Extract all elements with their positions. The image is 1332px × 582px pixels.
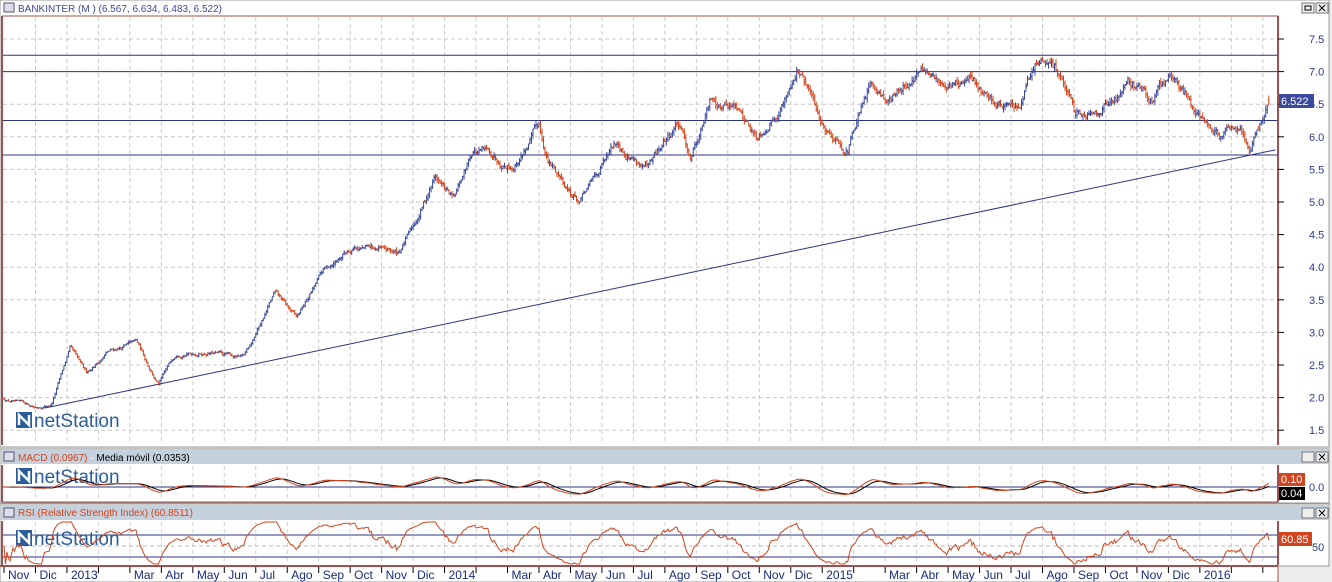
x-tick-label: Ago [291,568,313,582]
panel-icon [3,507,15,518]
y-tick-label: 5.5 [1309,164,1324,176]
rsi-title: RSI (Relative Strength Index) (60.8511) [18,508,193,519]
x-tick-label: Nov [1141,568,1162,582]
macd-title-bar [1,450,1328,464]
x-tick-label: Jun [228,568,247,582]
y-tick-label: 6.0 [1309,132,1324,144]
x-tick-label: Dic [795,568,812,582]
x-tick-label: May [952,568,975,582]
macd-axis-label: 0.0 [1309,482,1324,494]
panel-icon [3,2,15,13]
x-tick-label: Sep [700,568,722,582]
x-tick-label: Dic [417,568,434,582]
y-tick-label: 3.0 [1309,327,1324,339]
y-tick-label: 1.5 [1309,425,1324,437]
y-tick-label: 2.0 [1309,393,1324,405]
signal-value-label: 0.04 [1281,488,1302,500]
macd-maximize-button[interactable] [1301,451,1315,463]
x-tick-label: Jun [606,568,625,582]
x-tick-label: Mar [512,568,533,582]
macd-title: MACD (0.0967) - Media móvil (0.0353) [18,453,190,464]
x-tick-label: Sep [323,568,345,582]
x-tick-label: Mar [889,568,910,582]
x-tick-label: Ago [669,568,691,582]
x-tick-label: Oct [354,568,373,582]
x-tick-label: 2014 [449,568,476,582]
x-tick-label: Jun [984,568,1003,582]
panel-icon [3,451,15,462]
y-tick-label: 7.5 [1309,34,1324,46]
y-tick-label: 4.0 [1309,262,1324,274]
macd-title-label: MACD (0.0967) [18,453,87,464]
x-tick-label: Nov [763,568,784,582]
y-tick-label: 3.5 [1309,295,1324,307]
y-tick-label: 7.0 [1309,67,1324,79]
macd-value-label: 0.10 [1281,474,1302,486]
x-tick-label: Abr [543,568,562,582]
x-tick-label: Abr [165,568,184,582]
signal-title-label: Media móvil (0.0353) [96,453,189,464]
rsi-axis-label: 50 [1312,542,1324,554]
x-tick-label: Mar [134,568,155,582]
x-tick-label: 2016 [1204,568,1231,582]
x-tick-label: 2013 [71,568,98,582]
y-tick-label: 2.5 [1309,360,1324,372]
last-price-label: 6.522 [1281,96,1309,108]
rsi-title-bar [1,505,1328,520]
rsi-maximize-button[interactable] [1301,507,1315,519]
x-tick-label: Nov [8,568,29,582]
netstation-watermark: netStation [34,411,120,432]
x-tick-label: Ago [1047,568,1069,582]
x-tick-label: May [197,568,220,582]
x-tick-label: Nov [386,568,407,582]
y-tick-label: 4.5 [1309,230,1324,242]
x-tick-label: Dic [39,568,56,582]
x-tick-label: May [574,568,597,582]
x-tick-label: Jul [637,568,652,582]
x-tick-label: Abr [921,568,940,582]
x-tick-label: 2015 [826,568,853,582]
x-tick-label: Oct [732,568,751,582]
rsi-value-label: 60.85 [1281,534,1309,546]
x-tick-label: Oct [1109,568,1128,582]
x-tick-label: Dic [1172,568,1189,582]
chart-canvas: BANKINTER (M ) (6.567, 6.634, 6.483, 6.5… [0,0,1330,582]
x-tick-label: Jul [260,568,275,582]
macd-title-sep: - [87,453,96,464]
x-tick-label: Sep [1078,568,1100,582]
maximize-button[interactable] [1301,2,1315,14]
y-tick-label: 5.0 [1309,197,1324,209]
main-title: BANKINTER (M ) (6.567, 6.634, 6.483, 6.5… [18,4,222,15]
x-tick-label: Jul [1015,568,1030,582]
